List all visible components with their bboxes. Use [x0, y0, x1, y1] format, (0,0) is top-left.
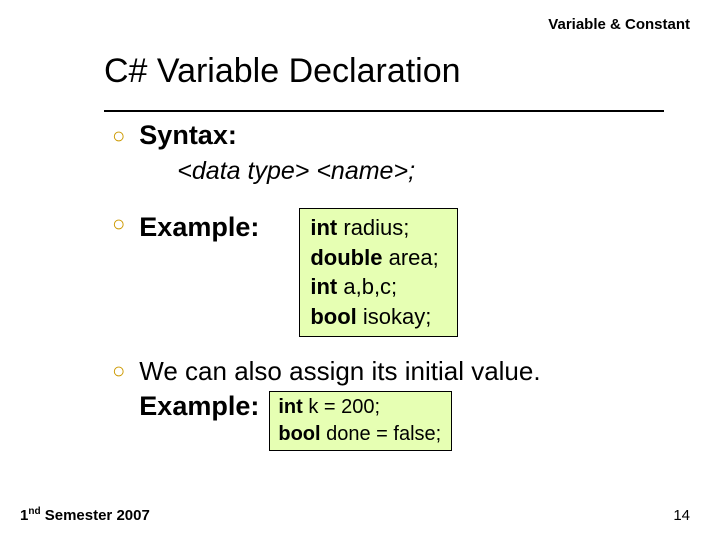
code-line: int radius;	[310, 213, 438, 243]
bullet-body: We can also assign its initial value. Ex…	[139, 355, 680, 451]
code-rest: isokay;	[357, 304, 432, 329]
assign-example-row: Example: int k = 200; bool done = false;	[139, 391, 680, 451]
bullet-body: Example: int radius; double area; int a,…	[139, 208, 680, 337]
title-underline	[104, 110, 664, 112]
content-area: ○ Syntax: <data type> <name>; ○ Example:…	[112, 120, 680, 455]
keyword: int	[310, 215, 337, 240]
keyword: int	[278, 396, 302, 418]
page-title: C# Variable Declaration	[104, 52, 461, 91]
bullet-example: ○ Example: int radius; double area; int …	[112, 208, 680, 337]
code-rest: a,b,c;	[337, 274, 397, 299]
keyword: bool	[278, 423, 320, 445]
keyword: int	[310, 274, 337, 299]
keyword: double	[310, 245, 382, 270]
bullet-syntax: ○ Syntax: <data type> <name>;	[112, 120, 680, 204]
footer-left: 1nd Semester 2007	[20, 506, 150, 524]
assign-text: We can also assign its initial value.	[139, 355, 680, 389]
syntax-label: Syntax:	[139, 120, 237, 150]
code-line: bool done = false;	[278, 421, 441, 448]
code-line: int k = 200;	[278, 394, 441, 421]
page-number: 14	[673, 507, 690, 524]
assign-example-label: Example:	[139, 391, 259, 422]
code-rest: k = 200;	[303, 396, 380, 418]
code-line: double area;	[310, 243, 438, 273]
syntax-template: <data type> <name>;	[177, 157, 680, 186]
slide: Variable & Constant C# Variable Declarat…	[0, 0, 720, 540]
code-rest: area;	[382, 245, 438, 270]
code-rest: radius;	[337, 215, 409, 240]
code-box-assign: int k = 200; bool done = false;	[269, 391, 452, 451]
example-label: Example:	[139, 212, 259, 243]
syntax-datatype: <data type>	[177, 157, 309, 185]
footer-ordinal: nd	[28, 506, 40, 517]
section-label: Variable & Constant	[548, 16, 690, 33]
syntax-name: <name>	[316, 157, 408, 185]
keyword: bool	[310, 304, 356, 329]
bullet-icon: ○	[112, 355, 125, 387]
code-line: int a,b,c;	[310, 272, 438, 302]
code-line: bool isokay;	[310, 302, 438, 332]
bullet-body: Syntax: <data type> <name>;	[139, 120, 680, 204]
syntax-semi: ;	[408, 157, 415, 185]
bullet-icon: ○	[112, 120, 125, 152]
bullet-icon: ○	[112, 208, 125, 240]
code-box-examples: int radius; double area; int a,b,c; bool…	[299, 208, 457, 337]
footer-rest: Semester 2007	[41, 507, 150, 524]
code-rest: done = false;	[321, 423, 442, 445]
bullet-assign: ○ We can also assign its initial value. …	[112, 355, 680, 451]
